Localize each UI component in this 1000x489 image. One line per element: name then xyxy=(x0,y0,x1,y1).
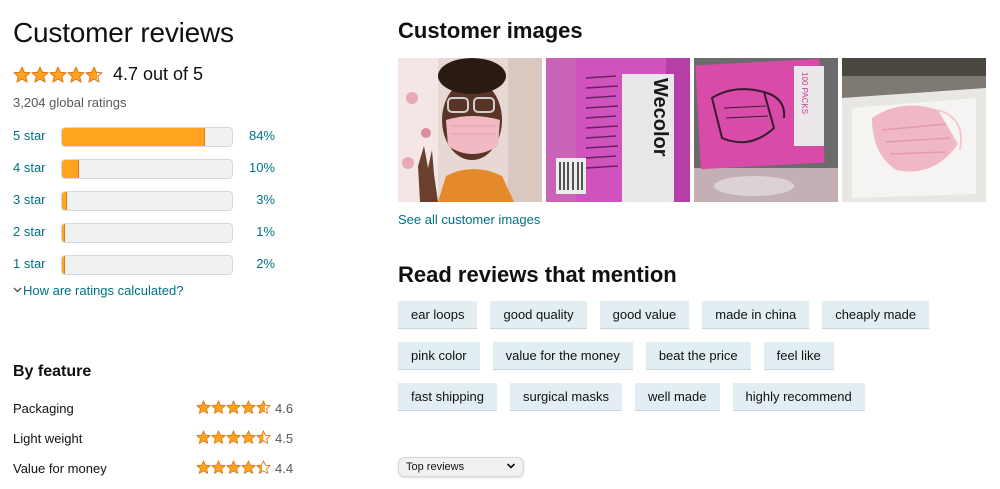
histogram-star-label: 3 star xyxy=(13,192,46,207)
histogram-bar-fill xyxy=(62,224,66,242)
star-icon xyxy=(226,460,241,474)
star-icon xyxy=(211,460,226,474)
mention-chip[interactable]: ear loops xyxy=(398,301,478,329)
mention-chip-row: fast shipping surgical masks well made high… xyxy=(398,383,865,411)
histogram-bar-fill xyxy=(62,128,205,146)
customer-images-title: Customer images xyxy=(398,18,583,43)
histogram-bar-fill xyxy=(62,160,79,178)
sort-reviews-select[interactable]: Top reviews xyxy=(398,457,524,477)
star-icon xyxy=(196,430,211,444)
selfie-with-pink-mask-photo xyxy=(398,58,542,202)
mention-chip[interactable]: well made xyxy=(634,383,720,411)
see-all-customer-images-link[interactable]: See all customer images xyxy=(398,212,540,227)
mention-chip[interactable]: highly recommend xyxy=(732,383,865,411)
star-icon xyxy=(241,400,256,414)
feature-row: Packaging 4.6 xyxy=(13,399,313,419)
read-reviews-mention-title: Read reviews that mention xyxy=(398,262,677,287)
feature-label: Light weight xyxy=(13,431,83,446)
star-icon xyxy=(196,460,211,474)
star-icon xyxy=(226,430,241,444)
chevron-down-icon xyxy=(506,463,516,469)
pink-mask-on-table-photo xyxy=(842,58,986,202)
mention-chip[interactable]: value for the money xyxy=(492,342,633,370)
histogram-percent: 2% xyxy=(256,256,275,271)
feature-label: Packaging xyxy=(13,401,74,416)
feature-label: Value for money xyxy=(13,461,107,476)
customer-image-2[interactable]: Wecolor xyxy=(546,58,690,202)
average-rating-stars xyxy=(13,66,103,84)
feature-value: 4.6 xyxy=(275,401,294,416)
histogram-row[interactable]: 5 star 84% xyxy=(13,125,313,147)
histogram-percent: 10% xyxy=(248,160,275,175)
customer-image-3[interactable]: 100 PACKS xyxy=(694,58,838,202)
star-icon xyxy=(226,400,241,414)
star-icon xyxy=(256,430,271,444)
mention-chip-row: pink color value for the money beat the pr… xyxy=(398,342,834,370)
histogram-percent: 3% xyxy=(256,192,275,207)
feature-value: 4.4 xyxy=(275,461,294,476)
mention-chip[interactable]: beat the price xyxy=(645,342,751,370)
histogram-row[interactable]: 2 star 1% xyxy=(13,221,313,243)
reviews-title: Customer reviews xyxy=(13,17,234,48)
star-icon xyxy=(196,400,211,414)
histogram-star-label: 4 star xyxy=(13,160,46,175)
average-rating[interactable]: 4.7 out of 5 xyxy=(13,64,203,85)
histogram-bar xyxy=(61,159,233,179)
histogram-bar-fill xyxy=(62,256,66,274)
histogram-bar xyxy=(61,255,233,275)
chevron-down-icon xyxy=(13,285,23,296)
star-icon xyxy=(241,460,256,474)
star-icon xyxy=(85,66,103,83)
mention-chip-row: ear loops good quality good value made in c… xyxy=(398,301,930,329)
how-ratings-calculated-label: How are ratings calculated? xyxy=(23,283,184,298)
star-icon xyxy=(49,66,67,83)
feature-row: Light weight 4.5 xyxy=(13,429,313,449)
mention-chip[interactable]: good value xyxy=(599,301,690,329)
histogram-bar xyxy=(61,127,233,147)
mention-chip[interactable]: made in china xyxy=(702,301,810,329)
star-icon xyxy=(211,430,226,444)
mask-package-photo: 100 PACKS xyxy=(694,58,838,202)
star-icon xyxy=(13,66,31,83)
feature-row: Value for money 4.4 xyxy=(13,459,313,479)
histogram-row[interactable]: 1 star 2% xyxy=(13,253,313,275)
wecolor-package-photo: Wecolor xyxy=(546,58,690,202)
histogram-row[interactable]: 3 star 3% xyxy=(13,189,313,211)
histogram-star-label: 1 star xyxy=(13,256,46,271)
mention-chip[interactable]: fast shipping xyxy=(398,383,497,411)
star-icon xyxy=(256,400,271,414)
customer-images-gallery: Wecolor 100 PACKS xyxy=(398,58,986,202)
global-ratings-count: 3,204 global ratings xyxy=(13,95,127,110)
star-icon xyxy=(256,460,271,474)
feature-stars xyxy=(196,460,271,475)
star-icon xyxy=(211,400,226,414)
customer-image-4[interactable] xyxy=(842,58,986,202)
histogram-bar xyxy=(61,223,233,243)
histogram-star-label: 5 star xyxy=(13,128,46,143)
customer-image-1[interactable] xyxy=(398,58,542,202)
star-icon xyxy=(31,66,49,83)
average-rating-text: 4.7 out of 5 xyxy=(113,64,204,84)
feature-stars xyxy=(196,430,271,445)
feature-value: 4.5 xyxy=(275,431,294,446)
mention-chip[interactable]: surgical masks xyxy=(510,383,622,411)
mention-chip[interactable]: cheaply made xyxy=(822,301,930,329)
histogram-row[interactable]: 4 star 10% xyxy=(13,157,313,179)
star-icon xyxy=(241,430,256,444)
histogram-percent: 1% xyxy=(256,224,275,239)
histogram-star-label: 2 star xyxy=(13,224,46,239)
by-feature-title: By feature xyxy=(13,363,92,380)
histogram-bar xyxy=(61,191,233,211)
mention-chip[interactable]: good quality xyxy=(490,301,587,329)
svg-text:100 PACKS: 100 PACKS xyxy=(800,72,809,114)
star-icon xyxy=(67,66,85,83)
feature-stars xyxy=(196,400,271,415)
histogram-bar-fill xyxy=(62,192,68,210)
histogram-percent: 84% xyxy=(248,128,275,143)
svg-text:Wecolor: Wecolor xyxy=(649,78,671,157)
how-ratings-calculated-link[interactable]: How are ratings calculated? xyxy=(13,283,183,298)
mention-chip[interactable]: pink color xyxy=(398,342,480,370)
sort-selected-value: Top reviews xyxy=(406,461,465,473)
mention-chip[interactable]: feel like xyxy=(763,342,834,370)
